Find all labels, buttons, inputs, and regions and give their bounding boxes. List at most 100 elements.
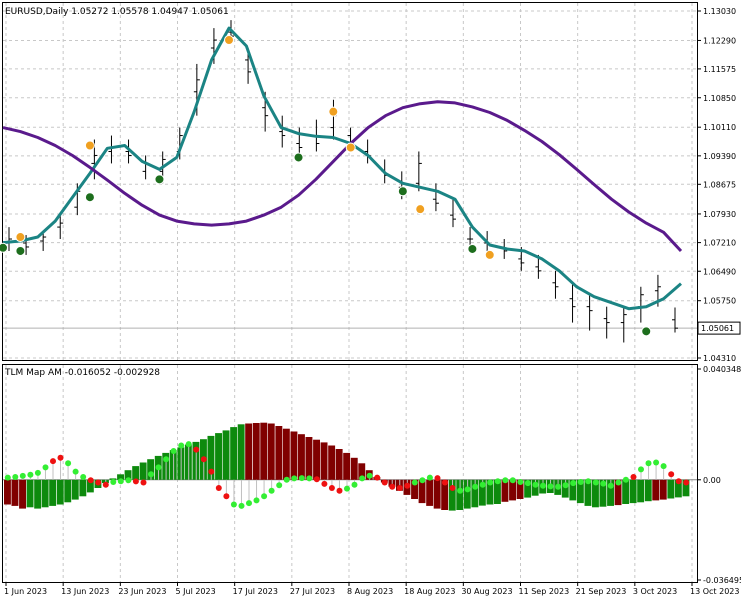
signal-dot <box>110 479 117 485</box>
signal-dot <box>72 468 79 475</box>
signal-dot <box>577 479 584 485</box>
x-tick-label: 23 Jun 2023 <box>118 587 166 596</box>
signal-dot <box>268 487 275 494</box>
histogram-bar <box>41 479 49 508</box>
signal-dot <box>208 468 215 475</box>
signal-dot <box>615 479 622 486</box>
last-price-label: 1.05061 <box>701 324 734 333</box>
histogram-bar <box>335 449 343 480</box>
signal-dot <box>509 477 516 484</box>
histogram-bar <box>260 422 268 480</box>
signal-dot <box>524 480 531 487</box>
x-tick-label: 5 Jul 2023 <box>176 587 216 596</box>
histogram-bar <box>4 479 11 505</box>
histogram-bar <box>328 445 336 480</box>
histogram-bar <box>350 457 358 480</box>
signal-dot <box>381 479 388 486</box>
signal-dot <box>487 479 494 486</box>
histogram-bar <box>139 462 147 480</box>
histogram-bar <box>426 479 434 506</box>
sub-y-tick-label: 0.00 <box>703 476 721 485</box>
histogram-bar <box>313 439 320 480</box>
signal-dot <box>80 474 87 480</box>
signal-dot <box>555 483 562 490</box>
histogram-bar <box>252 423 260 480</box>
histogram-bar <box>622 479 630 504</box>
signal-dot <box>178 442 185 449</box>
sub-y-tick-label: -0.036495 <box>703 576 741 585</box>
sell-signal-dot <box>84 140 95 151</box>
histogram-bar <box>215 433 222 480</box>
signal-dot <box>298 475 305 482</box>
signal-dot <box>283 476 290 483</box>
signal-dot <box>148 471 154 478</box>
signal-dot <box>261 493 268 500</box>
histogram-bar <box>34 479 42 509</box>
signal-dot <box>396 485 403 491</box>
signal-dot <box>200 456 207 463</box>
y-tick-label: 1.07210 <box>703 239 736 248</box>
signal-dot <box>95 479 102 486</box>
signal-dot <box>547 483 554 490</box>
y-tick-label: 1.08675 <box>703 180 736 189</box>
buy-signal-marker <box>293 152 304 163</box>
sell-signal-dot <box>345 142 356 153</box>
signal-dot <box>668 471 675 478</box>
signal-dot <box>502 477 509 484</box>
signal-dot <box>132 478 139 485</box>
buy-signal-marker <box>154 174 165 185</box>
signal-dot <box>117 478 124 485</box>
signal-dot <box>276 482 283 489</box>
signal-dot <box>675 478 682 485</box>
signal-dot <box>585 478 592 485</box>
signal-dot <box>592 479 599 486</box>
x-tick-label: 11 Sep 2023 <box>519 587 570 596</box>
signal-dot <box>600 480 607 487</box>
signal-dot <box>442 479 448 486</box>
histogram-bar <box>222 430 230 480</box>
buy-signal-dot <box>154 174 165 185</box>
buy-signal-dot <box>0 242 8 253</box>
sell-signal-marker <box>328 106 339 117</box>
sell-signal-marker <box>15 232 26 243</box>
histogram-bar <box>433 479 441 509</box>
sell-signal-dot <box>484 249 495 260</box>
signal-dot <box>125 477 132 484</box>
histogram-bar <box>644 479 652 502</box>
signal-dot <box>630 474 637 480</box>
signal-dot <box>4 474 11 481</box>
buy-signal-marker <box>15 245 26 256</box>
signal-dot <box>351 481 358 488</box>
signal-dot <box>434 475 441 482</box>
signal-dot <box>291 475 298 482</box>
signal-dot <box>193 446 200 453</box>
signal-dot <box>411 479 418 486</box>
signal-dot <box>404 482 411 489</box>
signal-dot <box>457 487 464 494</box>
buy-signal-marker <box>467 243 478 254</box>
histogram-bar <box>56 479 64 505</box>
signal-dot <box>532 481 539 488</box>
signal-dot <box>426 474 433 481</box>
signal-dot <box>374 474 381 481</box>
signal-dot <box>321 480 328 487</box>
chart-svg[interactable]: 1 Jun 2023 13 Jun 2023 23 Jun 2023 5 Jul 20… <box>0 0 741 600</box>
histogram-bar <box>26 479 34 508</box>
histogram-bar <box>49 479 57 506</box>
histogram-bar <box>343 452 351 480</box>
signal-dot <box>102 481 109 488</box>
signal-dot <box>653 459 660 466</box>
signal-dot <box>419 477 426 484</box>
signal-dot <box>683 479 690 486</box>
histogram-bar <box>298 434 305 480</box>
histogram-bar <box>637 479 645 503</box>
histogram-bar <box>230 427 238 480</box>
signal-dot <box>246 500 252 507</box>
signal-dot <box>313 476 320 483</box>
sell-signal-marker <box>484 249 495 260</box>
signal-dot <box>472 483 479 490</box>
signal-dot <box>65 460 72 467</box>
signal-dot <box>42 464 49 471</box>
y-tick-label: 1.11575 <box>703 65 736 74</box>
x-tick-label: 30 Aug 2023 <box>461 587 512 596</box>
